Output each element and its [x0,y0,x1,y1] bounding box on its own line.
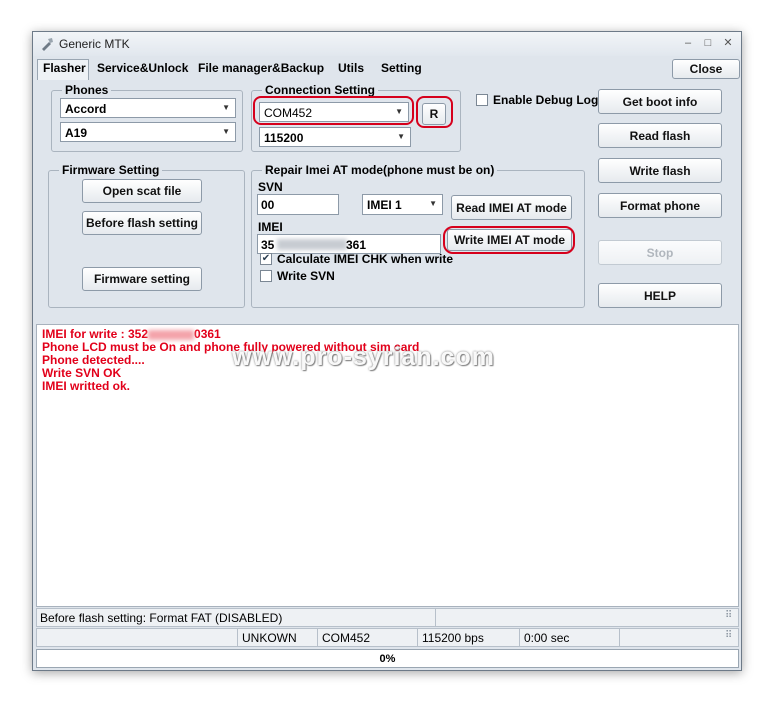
status-divider [435,609,436,626]
progress-percent: 0% [379,653,396,665]
log-line-imei-ok: IMEI writted ok. [42,379,131,393]
status-divider [619,629,620,646]
phone-model-value: A19 [65,126,88,140]
resize-grip-icon[interactable]: ⠿ [725,630,732,641]
log-imei-suffix: 0361 [194,327,221,341]
resize-grip-icon[interactable]: ⠿ [725,610,732,621]
imei-blur-mask [277,239,347,250]
tab-service-unlock[interactable]: Service&Unlock [97,61,188,79]
window-title: Generic MTK [59,37,130,51]
status-bar-connection: UNKOWN COM452 115200 bps 0:00 sec ⠿ [36,628,739,647]
phone-brand-value: Accord [65,102,107,116]
chevron-down-icon: ▼ [397,132,405,141]
chevron-down-icon: ▼ [429,199,437,208]
status-time: 0:00 sec [524,631,570,645]
close-button[interactable]: Close [672,59,740,79]
write-svn-checkbox[interactable] [260,270,272,282]
write-flash-button[interactable]: Write flash [598,158,722,183]
firmware-group-title: Firmware Setting [59,163,163,177]
log-line-svn: Write SVN OK [42,366,122,380]
tab-utils[interactable]: Utils [338,61,364,79]
log-line-imei: IMEI for write : 352 0361 [42,327,221,341]
imei-label: IMEI [258,220,283,234]
app-logo-icon [42,38,53,51]
chevron-down-icon: ▼ [222,127,230,136]
baud-rate-select[interactable]: 115200 ▼ [259,127,411,147]
imei-slot-select[interactable]: IMEI 1 ▼ [362,194,443,215]
minimize-icon[interactable]: – [681,36,695,50]
close-window-icon[interactable]: ✕ [721,36,735,50]
baud-rate-value: 115200 [264,131,304,145]
imei-input[interactable]: 35 361 [257,234,441,254]
svn-input[interactable]: 00 [257,194,339,215]
write-svn-label: Write SVN [277,269,335,283]
com-port-highlight [253,96,414,125]
log-imei-prefix: IMEI for write : 352 [42,327,149,341]
status-divider [237,629,238,646]
imei-prefix: 35 [261,238,275,252]
title-bar[interactable]: Generic MTK – □ ✕ [33,32,741,56]
calc-imei-chk-checkbox[interactable]: ✔ [260,253,272,265]
status-bar-message: Before flash setting: Format FAT (DISABL… [36,608,739,627]
write-imei-highlight [443,226,575,254]
log-lcd-part-a: Phone LCD must be O [42,340,169,354]
phone-model-select[interactable]: A19 ▼ [60,122,236,142]
status-baud: 115200 bps [422,631,484,645]
calc-imei-chk-label: Calculate IMEI CHK when write [277,252,454,266]
format-phone-button[interactable]: Format phone [598,193,722,218]
maximize-icon[interactable]: □ [701,36,715,50]
read-flash-button[interactable]: Read flash [598,123,722,148]
tab-setting[interactable]: Setting [381,61,422,79]
tab-file-manager-backup[interactable]: File manager&Backup [198,61,324,79]
firmware-setting-button[interactable]: Firmware setting [82,267,202,291]
help-button[interactable]: HELP [598,283,722,308]
status-message: Before flash setting: Format FAT (DISABL… [40,611,283,625]
tab-flasher[interactable]: Flasher [43,61,86,79]
open-scat-file-button[interactable]: Open scat file [82,179,202,203]
svn-value: 00 [261,198,275,212]
chevron-down-icon: ▼ [222,103,230,112]
imei-suffix: 361 [346,238,367,252]
svn-label: SVN [258,180,283,194]
phone-brand-select[interactable]: Accord ▼ [60,98,236,118]
read-imei-at-button[interactable]: Read IMEI AT mode [451,195,572,220]
debug-log-label: Enable Debug Log [493,93,599,107]
log-line-detected: Phone detected.... [42,353,145,367]
imei-slot-value: IMEI 1 [367,198,402,212]
watermark-text: www.pro-syrian.com [232,343,495,371]
status-divider [519,629,520,646]
stop-button[interactable]: Stop [598,240,722,265]
log-imei-blur [148,329,195,340]
connection-group-title: Connection Setting [262,83,378,97]
status-divider [317,629,318,646]
before-flash-setting-button[interactable]: Before flash setting [82,211,202,235]
status-port: COM452 [322,631,371,645]
phones-group-title: Phones [62,83,112,97]
refresh-port-highlight [416,96,453,128]
status-connection: UNKOWN [242,631,297,645]
progress-bar: 0% [36,649,739,668]
status-divider [417,629,418,646]
get-boot-info-button[interactable]: Get boot info [598,89,722,114]
debug-log-checkbox[interactable] [476,94,488,106]
repair-imei-group-title: Repair Imei AT mode(phone must be on) [262,163,498,177]
